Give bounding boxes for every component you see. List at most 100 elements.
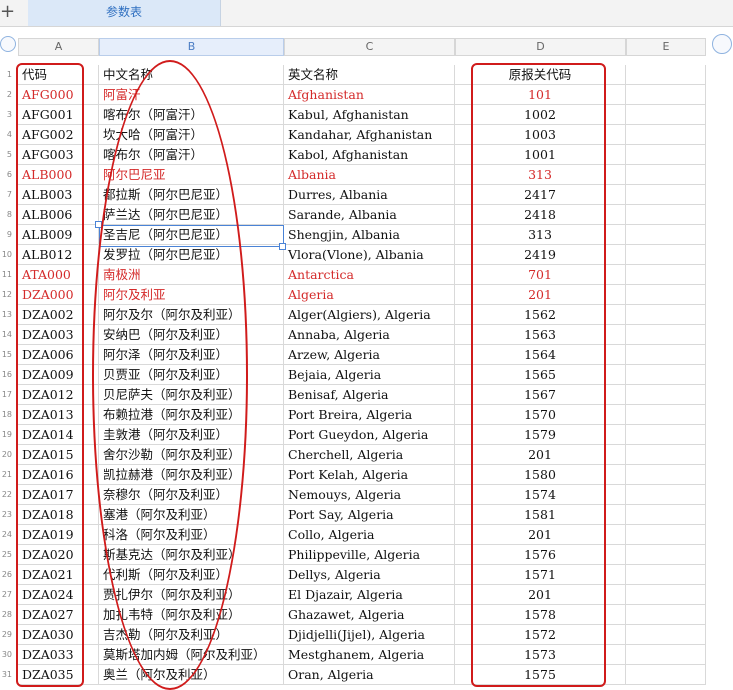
add-sheet-button[interactable]: + [0,2,15,22]
row-number[interactable]: 15 [0,345,12,365]
row-number[interactable]: 21 [0,465,12,485]
cell-empty[interactable] [626,425,706,445]
row-number[interactable]: 8 [0,205,12,225]
row-number[interactable]: 30 [0,645,12,665]
row-number[interactable]: 25 [0,545,12,565]
cell-empty[interactable] [626,105,706,125]
cell-empty[interactable] [626,365,706,385]
cell-en-name[interactable]: Port Say, Algeria [284,505,455,525]
cell-en-name[interactable]: Collo, Algeria [284,525,455,545]
cell-empty[interactable] [626,305,706,325]
row-number[interactable]: 23 [0,505,12,525]
cell-empty[interactable] [626,525,706,545]
column-header-d[interactable]: D [455,38,626,56]
cell-en-name[interactable]: Afghanistan [284,85,455,105]
cell-empty[interactable] [626,505,706,525]
cell-en-name[interactable]: Philippeville, Algeria [284,545,455,565]
row-number[interactable]: 3 [0,105,12,125]
cell-en-name[interactable]: Port Gueydon, Algeria [284,425,455,445]
cell-empty[interactable] [626,645,706,665]
cell-empty[interactable] [626,125,706,145]
cell-en-name[interactable]: Ghazawet, Algeria [284,605,455,625]
row-number[interactable]: 29 [0,625,12,645]
freeze-pane-button[interactable] [712,34,732,54]
cell-en-name[interactable]: Shengjin, Albania [284,225,455,245]
cell-en-name[interactable]: Annaba, Algeria [284,325,455,345]
cell-header-en-name[interactable]: 英文名称 [284,65,455,85]
cell-empty[interactable] [626,285,706,305]
cell-en-name[interactable]: Mestghanem, Algeria [284,645,455,665]
row-number[interactable]: 27 [0,585,12,605]
cell-en-name[interactable]: Antarctica [284,265,455,285]
cell-en-name[interactable]: Djidjelli(Jijel), Algeria [284,625,455,645]
cell-empty[interactable] [626,225,706,245]
cell-empty[interactable] [626,345,706,365]
cell-en-name[interactable]: Port Breira, Algeria [284,405,455,425]
cell-en-name[interactable]: Kabul, Afghanistan [284,105,455,125]
cell-empty[interactable] [626,445,706,465]
row-number[interactable]: 2 [0,85,12,105]
cell-empty[interactable] [626,65,706,85]
row-number[interactable]: 5 [0,145,12,165]
row-number[interactable]: 22 [0,485,12,505]
cell-empty[interactable] [626,385,706,405]
cell-empty[interactable] [626,565,706,585]
row-number[interactable]: 20 [0,445,12,465]
column-header-c[interactable]: C [284,38,455,56]
cell-en-name[interactable]: Arzew, Algeria [284,345,455,365]
cell-en-name[interactable]: Vlora(Vlone), Albania [284,245,455,265]
sheet-tab-params[interactable]: 参数表 [28,0,221,26]
row-number[interactable]: 31 [0,665,12,685]
cell-en-name[interactable]: Kandahar, Afghanistan [284,125,455,145]
cell-en-name[interactable]: Nemouys, Algeria [284,485,455,505]
row-number[interactable]: 19 [0,425,12,445]
row-number[interactable]: 24 [0,525,12,545]
cell-en-name[interactable]: Dellys, Algeria [284,565,455,585]
row-number[interactable]: 10 [0,245,12,265]
row-number[interactable]: 1 [0,65,12,85]
cell-empty[interactable] [626,165,706,185]
row-number[interactable]: 18 [0,405,12,425]
row-number[interactable]: 11 [0,265,12,285]
cell-en-name[interactable]: Kabol, Afghanistan [284,145,455,165]
cell-en-name[interactable]: El Djazair, Algeria [284,585,455,605]
cell-en-name[interactable]: Bejaia, Algeria [284,365,455,385]
column-header-a[interactable]: A [18,38,99,56]
cell-empty[interactable] [626,145,706,165]
cell-en-name[interactable]: Durres, Albania [284,185,455,205]
cell-en-name[interactable]: Alger(Algiers), Algeria [284,305,455,325]
cell-empty[interactable] [626,585,706,605]
cell-en-name[interactable]: Benisaf, Algeria [284,385,455,405]
row-number[interactable]: 14 [0,325,12,345]
row-number[interactable]: 13 [0,305,12,325]
row-number[interactable]: 16 [0,365,12,385]
row-number[interactable]: 6 [0,165,12,185]
cell-empty[interactable] [626,185,706,205]
cell-empty[interactable] [626,405,706,425]
row-number[interactable]: 9 [0,225,12,245]
cell-en-name[interactable]: Algeria [284,285,455,305]
column-header-e[interactable]: E [626,38,706,56]
row-number[interactable]: 7 [0,185,12,205]
cell-en-name[interactable]: Albania [284,165,455,185]
row-number[interactable]: 17 [0,385,12,405]
cell-empty[interactable] [626,465,706,485]
cell-en-name[interactable]: Sarande, Albania [284,205,455,225]
cell-empty[interactable] [626,605,706,625]
row-number[interactable]: 28 [0,605,12,625]
select-all-button[interactable] [0,36,16,52]
cell-empty[interactable] [626,625,706,645]
cell-empty[interactable] [626,205,706,225]
cell-empty[interactable] [626,665,706,685]
cell-empty[interactable] [626,545,706,565]
cell-empty[interactable] [626,325,706,345]
cell-en-name[interactable]: Cherchell, Algeria [284,445,455,465]
cell-en-name[interactable]: Oran, Algeria [284,665,455,685]
column-header-b[interactable]: B [99,38,284,56]
cell-en-name[interactable]: Port Kelah, Algeria [284,465,455,485]
cell-empty[interactable] [626,245,706,265]
cell-empty[interactable] [626,485,706,505]
cell-empty[interactable] [626,265,706,285]
row-number[interactable]: 4 [0,125,12,145]
row-number[interactable]: 12 [0,285,12,305]
